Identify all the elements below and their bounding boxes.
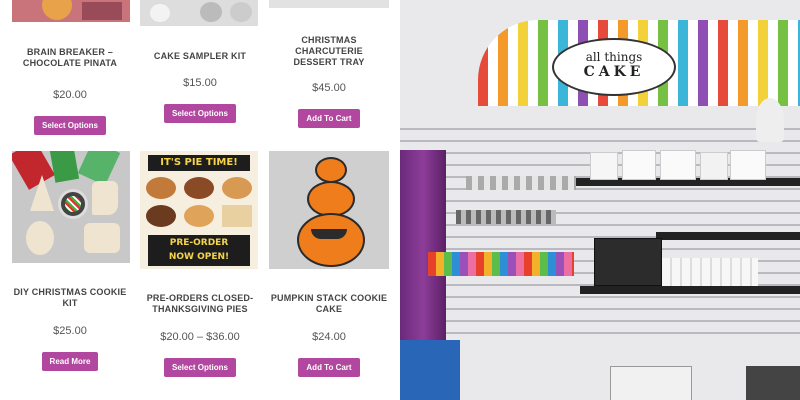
product-image-cookie-kit[interactable] [12,151,130,263]
jar-lid [230,2,252,22]
select-options-button[interactable]: Select Options [33,116,106,135]
shelf [580,286,800,294]
candy-shape [82,2,122,20]
select-options-button[interactable]: Select Options [163,104,236,123]
product-card: BRAIN BREAKER – CHOCOLATE PINATA $20.00 … [10,47,130,135]
product-image-cake-sampler[interactable] [140,0,258,26]
product-card: PUMPKIN STACK COOKIE CAKE $24.00 Add To … [269,293,389,377]
stocking-cookie [92,181,118,215]
product-image-pumpkin-stack[interactable] [269,151,389,269]
slat [400,332,800,334]
pumpkin-cookie [307,181,355,217]
pumpkin-face [311,229,347,239]
fondant-tub [660,150,696,180]
product-card: CHRISTMAS CHARCUTERIE DESSERT TRAY $45.0… [269,35,389,128]
pie-banner: IT'S PIE TIME! [148,155,250,171]
candy-shape [42,0,72,20]
slat [400,128,800,130]
read-more-button[interactable]: Read More [41,352,99,371]
add-to-cart-button[interactable]: Add To Cart [298,109,360,128]
product-title[interactable]: DIY CHRISTMAS COOKIE KIT [10,287,130,309]
add-to-cart-button[interactable]: Add To Cart [298,358,360,377]
preorder-text: NOW OPEN! [168,252,230,262]
cookie-cutters [466,176,576,190]
fondant-tub [622,150,656,180]
fondant-tub [730,150,766,180]
product-title[interactable]: PUMPKIN STACK COOKIE CAKE [269,293,389,315]
select-options-button[interactable]: Select Options [163,358,236,377]
slat [400,200,800,202]
slat [400,296,800,298]
fondant-tub [700,152,728,180]
cake-stand [756,98,784,142]
preorder-banner: PRE-ORDER NOW OPEN! [148,235,250,266]
slat [400,308,800,310]
pie [146,177,176,199]
shelf [656,232,800,240]
sweater-cookie [84,223,120,253]
product-price: $45.00 [312,82,346,94]
pie [146,205,176,227]
product-image-chocolate-pinata[interactable] [12,0,130,22]
pie-slice [222,205,252,227]
tree-cookie [30,175,54,211]
product-price: $24.00 [312,331,346,343]
product-image-charcuterie[interactable] [269,0,389,8]
basket [610,366,692,400]
product-image-pie-time[interactable]: IT'S PIE TIME! PRE-ORDER NOW OPEN! [140,151,258,269]
sprinkles [65,196,81,212]
sign-line-1: all things [585,50,643,64]
preorder-text: PRE-ORDER [169,238,229,248]
product-grid: BRAIN BREAKER – CHOCOLATE PINATA $20.00 … [0,0,400,400]
product-title[interactable]: CAKE SAMPLER KIT [140,51,260,62]
pumpkin-cookie [315,157,347,183]
pie [184,205,214,227]
pumpkin-cookie [297,213,365,267]
sprinkles-bowl [58,189,88,219]
slat [400,320,800,322]
slat [400,224,800,226]
pie [184,177,214,199]
box [400,340,460,400]
product-price: $20.00 [53,89,87,101]
slat [400,188,800,190]
flavor-bottles [662,258,758,286]
product-card: PRE-ORDERS CLOSED- THANKSGIVING PIES $20… [140,293,260,377]
product-card: CAKE SAMPLER KIT $15.00 Select Options [140,51,260,123]
pie [222,177,252,199]
storage-drawers [594,238,662,286]
sign-line-2: CAKE [583,64,645,80]
trash-bin [746,366,800,400]
product-price: $20.00 – $36.00 [160,331,240,343]
fondant-tub [590,152,618,180]
slat [400,140,800,142]
snowman-cookie [26,221,54,255]
product-card: DIY CHRISTMAS COOKIE KIT $25.00 Read Mor… [10,287,130,371]
product-price: $15.00 [183,77,217,89]
store-sign: all things CAKE [552,38,676,96]
product-price: $25.00 [53,325,87,337]
product-title[interactable]: BRAIN BREAKER – CHOCOLATE PINATA [10,47,130,69]
store-photo: all things CAKE [400,0,800,400]
jar-lid [200,2,222,22]
jar-lid [150,4,170,22]
sprinkle-tray [428,252,574,276]
product-title[interactable]: CHRISTMAS CHARCUTERIE DESSERT TRAY [269,35,389,68]
piping-tips [456,210,556,224]
product-title[interactable]: PRE-ORDERS CLOSED- THANKSGIVING PIES [140,293,260,315]
